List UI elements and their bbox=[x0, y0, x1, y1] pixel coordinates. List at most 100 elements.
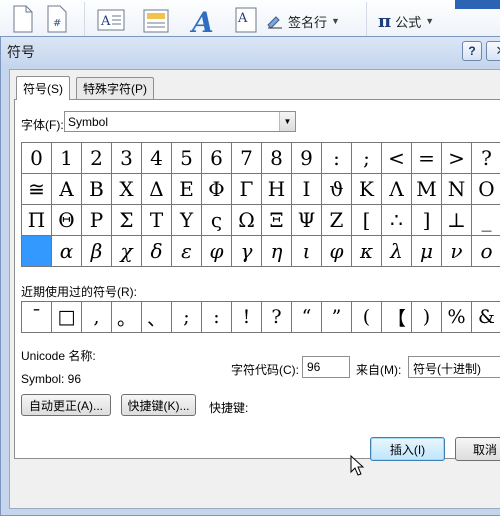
symbol-cell[interactable]: > bbox=[442, 143, 472, 174]
symbol-cell[interactable]: Ζ bbox=[322, 205, 352, 236]
symbol-cell[interactable]: η bbox=[262, 236, 292, 267]
symbol-cell[interactable]: κ bbox=[352, 236, 382, 267]
symbol-cell[interactable]: α bbox=[52, 236, 82, 267]
symbol-cell[interactable]: φ bbox=[322, 236, 352, 267]
chevron-down-icon[interactable]: ▼ bbox=[279, 112, 295, 131]
recent-symbol-cell[interactable]: % bbox=[442, 302, 472, 333]
tab-special-characters[interactable]: 特殊字符(P) bbox=[76, 77, 154, 99]
symbol-grid[interactable]: 0 1 2 3 4 5 6 7 8 9:; < = >? ≅ Α Β Χ Δ Ε Φ Γ Η Ιϑ Κ Λ Μ Ν Ο Π Θ Ρ Σ Τ Υς Ω… bbox=[21, 142, 500, 267]
symbol-cell[interactable]: Μ bbox=[412, 174, 442, 205]
symbol-cell[interactable]: ς bbox=[202, 205, 232, 236]
symbol-cell[interactable]: ? bbox=[472, 143, 500, 174]
autocorrect-button[interactable]: 自动更正(A)... bbox=[21, 394, 111, 416]
symbol-cell[interactable]: Χ bbox=[112, 174, 142, 205]
dialog-titlebar[interactable]: 符号 ? ✕ bbox=[1, 37, 500, 65]
symbol-cell[interactable]: 1 bbox=[52, 143, 82, 174]
symbol-cell[interactable]: Ω bbox=[232, 205, 262, 236]
symbol-cell[interactable]: Π bbox=[22, 205, 52, 236]
symbol-cell[interactable]: Ε bbox=[172, 174, 202, 205]
symbol-cell[interactable]: ∴ bbox=[382, 205, 412, 236]
symbol-cell[interactable]: Β bbox=[82, 174, 112, 205]
symbol-cell[interactable]: Ψ bbox=[292, 205, 322, 236]
drop-cap-icon[interactable]: A bbox=[234, 6, 258, 34]
symbol-cell[interactable]: 2 bbox=[82, 143, 112, 174]
symbol-cell[interactable]: Ι bbox=[292, 174, 322, 205]
symbol-cell[interactable]: Λ bbox=[382, 174, 412, 205]
symbol-cell[interactable]: 8 bbox=[262, 143, 292, 174]
symbol-cell[interactable]: ν bbox=[442, 236, 472, 267]
font-select[interactable]: Symbol ▼ bbox=[64, 111, 296, 132]
insert-button[interactable]: 插入(I) bbox=[370, 437, 445, 461]
symbol-cell[interactable]: = bbox=[412, 143, 442, 174]
formula-button[interactable]: π 公式 ▼ bbox=[378, 10, 434, 32]
symbol-cell[interactable]: 0 bbox=[22, 143, 52, 174]
symbol-cell[interactable]: Φ bbox=[202, 174, 232, 205]
text-box-icon[interactable] bbox=[10, 4, 34, 34]
recent-symbol-cell[interactable]: ! bbox=[232, 302, 262, 333]
symbol-cell-selected[interactable] bbox=[22, 236, 52, 267]
recent-symbol-cell[interactable]: ” bbox=[322, 302, 352, 333]
symbol-cell[interactable]: Σ bbox=[112, 205, 142, 236]
symbol-cell[interactable]: μ bbox=[412, 236, 442, 267]
tab-symbols[interactable]: 符号(S) bbox=[16, 76, 70, 100]
symbol-cell[interactable]: _ bbox=[472, 205, 500, 236]
recent-symbol-cell[interactable]: ( bbox=[352, 302, 382, 333]
recent-symbol-cell[interactable]: □ bbox=[52, 302, 82, 333]
recent-symbol-cell[interactable]: , bbox=[82, 302, 112, 333]
symbol-cell[interactable]: ; bbox=[352, 143, 382, 174]
symbol-cell[interactable]: ε bbox=[172, 236, 202, 267]
symbol-cell[interactable]: β bbox=[82, 236, 112, 267]
symbol-cell[interactable]: Θ bbox=[52, 205, 82, 236]
quick-parts-icon[interactable] bbox=[142, 8, 170, 34]
recent-symbol-cell[interactable]: 【 bbox=[382, 302, 412, 333]
symbol-cell[interactable]: Ξ bbox=[262, 205, 292, 236]
symbol-cell[interactable]: 4 bbox=[142, 143, 172, 174]
shortcut-key-button[interactable]: 快捷键(K)... bbox=[121, 394, 196, 416]
symbol-cell[interactable]: ο bbox=[472, 236, 500, 267]
symbol-cell[interactable]: ≅ bbox=[22, 174, 52, 205]
symbol-cell[interactable]: ϑ bbox=[322, 174, 352, 205]
symbol-cell[interactable]: γ bbox=[232, 236, 262, 267]
symbol-cell[interactable]: Υ bbox=[172, 205, 202, 236]
recent-symbol-cell[interactable]: 、 bbox=[142, 302, 172, 333]
symbol-cell[interactable]: 6 bbox=[202, 143, 232, 174]
cancel-button[interactable]: 取消 bbox=[455, 437, 500, 461]
recent-symbol-cell[interactable]: : bbox=[202, 302, 232, 333]
symbol-cell[interactable]: φ bbox=[202, 236, 232, 267]
symbol-cell[interactable]: Ν bbox=[442, 174, 472, 205]
signature-line-button[interactable]: 签名行 ▼ bbox=[266, 10, 340, 32]
symbol-cell[interactable]: Τ bbox=[142, 205, 172, 236]
symbol-cell[interactable]: Γ bbox=[232, 174, 262, 205]
from-select[interactable]: 符号(十进制) bbox=[408, 356, 500, 378]
symbol-cell[interactable]: 3 bbox=[112, 143, 142, 174]
recent-symbol-cell[interactable]: ; bbox=[172, 302, 202, 333]
symbol-cell[interactable]: ι bbox=[292, 236, 322, 267]
symbol-cell[interactable]: Α bbox=[52, 174, 82, 205]
char-code-input[interactable]: 96 bbox=[302, 356, 350, 378]
symbol-cell[interactable]: 5 bbox=[172, 143, 202, 174]
recent-symbol-cell[interactable]: ) bbox=[412, 302, 442, 333]
wordart-icon[interactable]: A bbox=[188, 6, 220, 36]
symbol-cell[interactable]: Η bbox=[262, 174, 292, 205]
recent-symbol-cell[interactable]: ? bbox=[262, 302, 292, 333]
symbol-cell[interactable]: Ρ bbox=[82, 205, 112, 236]
symbol-cell[interactable]: λ bbox=[382, 236, 412, 267]
symbol-cell[interactable]: Κ bbox=[352, 174, 382, 205]
symbol-cell[interactable]: Ο bbox=[472, 174, 500, 205]
symbol-cell[interactable]: [ bbox=[352, 205, 382, 236]
recent-symbol-cell[interactable]: “ bbox=[292, 302, 322, 333]
symbol-cell[interactable]: : bbox=[322, 143, 352, 174]
recent-symbol-cell[interactable]: 。 bbox=[112, 302, 142, 333]
symbol-cell[interactable]: Δ bbox=[142, 174, 172, 205]
recent-symbols-grid[interactable]: ¯ □,。、;:!? “”(【)% & bbox=[21, 301, 500, 333]
symbol-cell[interactable]: ] bbox=[412, 205, 442, 236]
close-button[interactable]: ✕ bbox=[486, 41, 500, 61]
text-box-insert-icon[interactable]: A bbox=[96, 8, 126, 32]
symbol-cell[interactable]: < bbox=[382, 143, 412, 174]
symbol-cell[interactable]: 9 bbox=[292, 143, 322, 174]
page-number-icon[interactable]: # bbox=[44, 4, 68, 34]
symbol-cell[interactable]: 7 bbox=[232, 143, 262, 174]
symbol-cell[interactable]: δ bbox=[142, 236, 172, 267]
recent-symbol-cell[interactable]: ¯ bbox=[22, 302, 52, 333]
symbol-cell[interactable]: ⊥ bbox=[442, 205, 472, 236]
